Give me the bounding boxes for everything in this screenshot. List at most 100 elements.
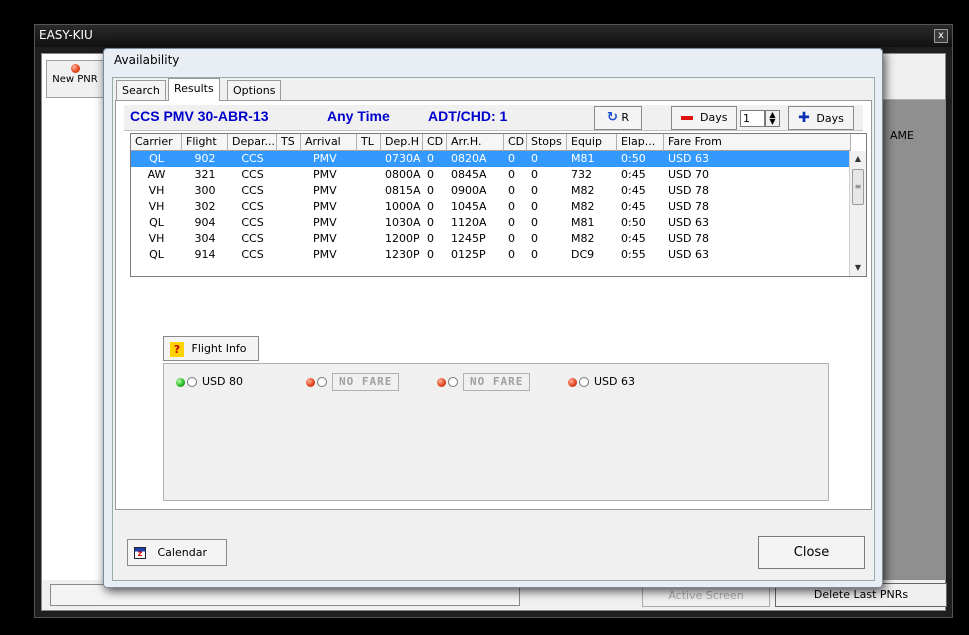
table-cell: VH xyxy=(148,232,165,245)
table-row[interactable]: QL 904 CCS PMV 1030A 0 1120A 0 0 M81 0:50 USD 63 xyxy=(131,215,851,231)
calendar-button[interactable]: z Calendar xyxy=(127,539,227,566)
table-cell: 0 xyxy=(531,216,538,229)
table-cell: 0 xyxy=(508,200,515,213)
route-date-text: CCS PMV 30-ABR-13 xyxy=(130,108,269,124)
column-header[interactable]: Fare From xyxy=(664,134,851,151)
table-cell xyxy=(281,183,301,199)
column-header[interactable]: CD xyxy=(423,134,447,151)
table-cell: 1030A xyxy=(385,216,421,229)
flights-table[interactable]: Carrier Flight Depar... TS Arrival TL Dep.H CD A… xyxy=(130,133,867,277)
tab-search[interactable]: Search xyxy=(116,80,166,100)
column-header[interactable]: Depar... xyxy=(228,134,277,151)
tab-results[interactable]: Results xyxy=(168,78,220,101)
table-cell: 0125P xyxy=(451,248,486,261)
table-cell: USD 63 xyxy=(668,152,709,165)
table-cell: 0845A xyxy=(451,168,487,181)
main-close-button[interactable]: x xyxy=(934,29,948,43)
table-row[interactable]: VH 300 CCS PMV 0815A 0 0900A 0 0 M82 0:45 USD 78 xyxy=(131,183,851,199)
table-cell: USD 78 xyxy=(668,232,709,245)
days-spinner[interactable]: ▲ ▼ xyxy=(765,110,780,127)
column-header[interactable]: TS xyxy=(277,134,301,151)
fare-option-label: NO FARE xyxy=(332,373,400,391)
name-column-label: AME xyxy=(890,129,914,142)
table-cell: 0815A xyxy=(385,184,421,197)
days-input[interactable]: 1 xyxy=(740,110,765,127)
fare-radio[interactable] xyxy=(448,377,458,387)
plus-days-button[interactable]: ✚ Days xyxy=(788,106,854,130)
question-icon: ? xyxy=(170,341,184,357)
plus-icon: ✚ xyxy=(798,110,810,126)
table-cell: 0:45 xyxy=(621,184,646,197)
table-cell xyxy=(281,167,301,183)
table-cell xyxy=(361,247,381,263)
table-cell: USD 78 xyxy=(668,200,709,213)
table-cell: CCS xyxy=(241,168,264,181)
table-cell: 1000A xyxy=(385,200,421,213)
refresh-button[interactable]: ↻ R xyxy=(594,106,642,130)
table-row[interactable]: AW 321 CCS PMV 0800A 0 0845A 0 0 732 0:45 USD 70 xyxy=(131,167,851,183)
column-header[interactable]: Dep.H xyxy=(381,134,423,151)
fare-option-label: USD 63 xyxy=(594,375,635,388)
table-cell: 0 xyxy=(427,168,434,181)
column-header[interactable]: Elap... xyxy=(617,134,664,151)
table-cell: 0 xyxy=(427,232,434,245)
table-cell: 914 xyxy=(194,248,216,261)
table-cell: CCS xyxy=(241,152,264,165)
table-cell: 0 xyxy=(427,152,434,165)
results-panel: CCS PMV 30-ABR-13 Any Time ADT/CHD: 1 ↻ … xyxy=(115,100,872,510)
plus-days-label: Days xyxy=(816,112,844,125)
table-scrollbar[interactable]: ▲ ≡ ▼ xyxy=(849,151,866,276)
scroll-down-icon[interactable]: ▼ xyxy=(850,260,866,276)
table-row[interactable]: QL 914 CCS PMV 1230P 0 0125P 0 0 DC9 0:55 USD 63 xyxy=(131,247,851,263)
table-cell: 0 xyxy=(427,248,434,261)
fare-radio[interactable] xyxy=(579,377,589,387)
tab-options[interactable]: Options xyxy=(227,80,282,100)
close-button[interactable]: Close xyxy=(758,536,865,569)
table-cell: 0800A xyxy=(385,168,421,181)
column-header[interactable]: Carrier xyxy=(131,134,182,151)
column-header[interactable]: Arr.H. xyxy=(447,134,504,151)
table-cell xyxy=(281,199,301,215)
table-cell: 304 xyxy=(194,232,216,245)
table-cell: CCS xyxy=(241,200,264,213)
table-cell: 902 xyxy=(194,152,216,165)
table-cell: QL xyxy=(149,216,164,229)
column-header[interactable]: Stops xyxy=(527,134,567,151)
fare-option-1[interactable]: USD 80 xyxy=(176,373,243,393)
table-row[interactable]: QL 902 CCS PMV 0730A 0 0820A 0 0 M81 0:50 USD 63 xyxy=(131,151,851,167)
table-cell: 0:55 xyxy=(621,248,646,261)
table-cell: 0 xyxy=(531,232,538,245)
table-cell xyxy=(361,231,381,247)
column-header[interactable]: Equip xyxy=(567,134,617,151)
fare-radio[interactable] xyxy=(317,377,327,387)
fare-radio[interactable] xyxy=(187,377,197,387)
fare-option-4[interactable]: USD 63 xyxy=(568,373,635,393)
table-cell: 0 xyxy=(508,248,515,261)
table-row[interactable]: VH 302 CCS PMV 1000A 0 1045A 0 0 M82 0:45 USD 78 xyxy=(131,199,851,215)
scroll-up-icon[interactable]: ▲ xyxy=(850,151,866,167)
table-cell xyxy=(281,247,301,263)
passenger-text: ADT/CHD: 1 xyxy=(428,108,508,124)
table-cell: USD 70 xyxy=(668,168,709,181)
table-cell: 732 xyxy=(571,168,592,181)
fare-option-3[interactable]: NO FARE xyxy=(437,373,531,393)
table-cell xyxy=(281,151,301,167)
main-titlebar: EASY-KIU x xyxy=(35,25,952,47)
table-cell: 0900A xyxy=(451,184,487,197)
table-row[interactable]: VH 304 CCS PMV 1200P 0 1245P 0 0 M82 0:45 USD 78 xyxy=(131,231,851,247)
fare-option-2[interactable]: NO FARE xyxy=(306,373,400,393)
active-screen-button[interactable]: Active Screen xyxy=(642,585,770,607)
column-header[interactable]: Flight xyxy=(182,134,228,151)
column-header[interactable]: Arrival xyxy=(301,134,357,151)
scroll-thumb[interactable]: ≡ xyxy=(852,169,864,205)
spin-down-icon[interactable]: ▼ xyxy=(769,117,775,126)
column-header[interactable]: CD xyxy=(504,134,527,151)
table-cell: 1045A xyxy=(451,200,487,213)
column-header[interactable]: TL xyxy=(357,134,381,151)
minus-days-button[interactable]: Days xyxy=(671,106,737,130)
flight-info-label: Flight Info xyxy=(191,342,247,355)
new-pnr-button[interactable]: New PNR xyxy=(46,60,104,98)
flight-info-button[interactable]: ? Flight Info xyxy=(163,336,259,361)
table-cell: 0820A xyxy=(451,152,487,165)
table-cell: 1230P xyxy=(385,248,420,261)
